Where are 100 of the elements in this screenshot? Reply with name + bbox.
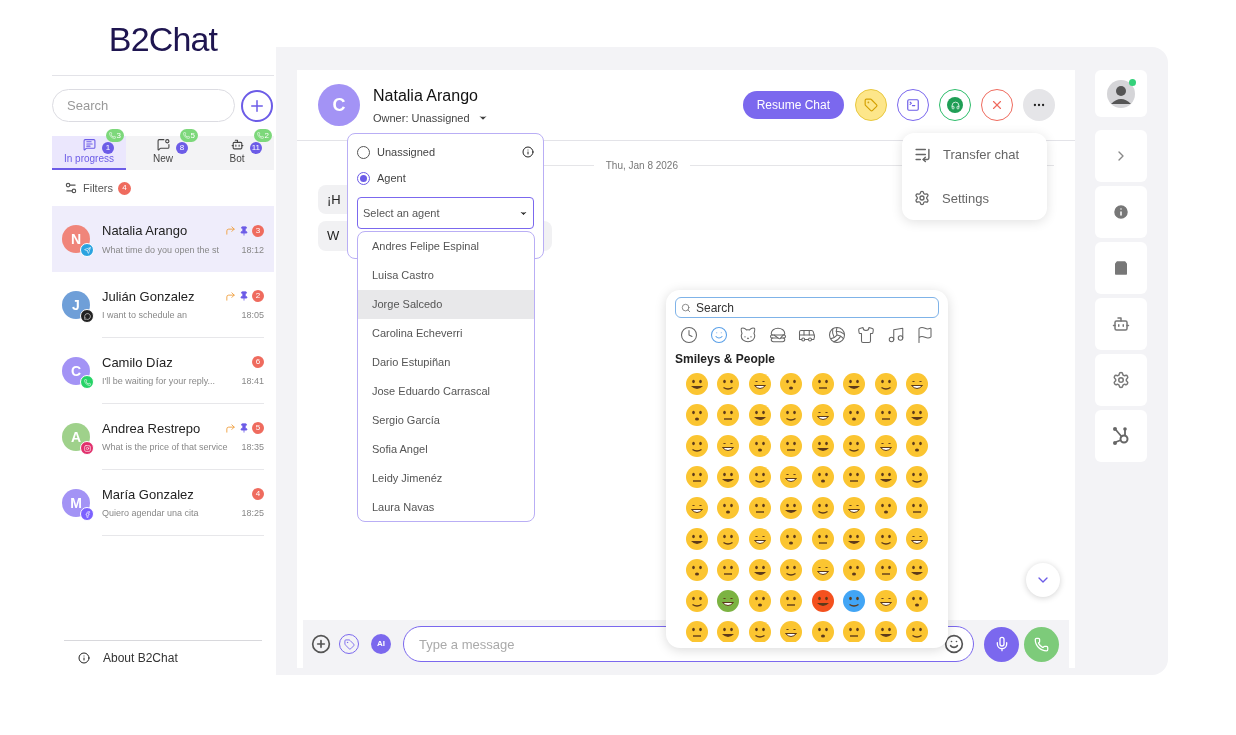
- menu-item[interactable]: Settings: [942, 188, 989, 208]
- emoji-icon[interactable]: [779, 465, 804, 489]
- filter-icon[interactable]: [64, 181, 78, 195]
- emoji-icon[interactable]: [842, 527, 867, 551]
- emoji-icon[interactable]: [905, 372, 930, 396]
- emoji-icon[interactable]: [684, 465, 709, 489]
- settings-button[interactable]: [1095, 354, 1147, 406]
- emoji-icon[interactable]: [716, 372, 741, 396]
- cat-icon[interactable]: [739, 326, 757, 344]
- emoji-icon[interactable]: [810, 558, 835, 582]
- about-link[interactable]: About B2Chat: [103, 649, 178, 667]
- emoji-icon[interactable]: [905, 403, 930, 427]
- info-button[interactable]: [1095, 186, 1147, 238]
- emoji-icon[interactable]: [716, 465, 741, 489]
- emoji-icon[interactable]: [779, 372, 804, 396]
- search-field[interactable]: Search: [52, 89, 235, 122]
- emoji-icon[interactable]: [747, 558, 772, 582]
- emoji-icon[interactable]: [810, 589, 835, 613]
- emoji-icon[interactable]: [905, 558, 930, 582]
- emoji-icon[interactable]: [747, 620, 772, 642]
- emoji-icon[interactable]: [842, 589, 867, 613]
- owner-label[interactable]: Owner: Unassigned: [373, 109, 470, 127]
- settings-icon[interactable]: [914, 190, 930, 207]
- emoji-icon[interactable]: [873, 496, 898, 520]
- caret-icon[interactable]: [477, 113, 488, 123]
- emoji-icon[interactable]: [779, 527, 804, 551]
- agent-option[interactable]: Luisa Castro: [358, 261, 534, 290]
- emoji-icon[interactable]: [716, 589, 741, 613]
- emoji-icon[interactable]: [842, 620, 867, 642]
- emoji-icon[interactable]: [842, 496, 867, 520]
- bot-button[interactable]: [1095, 298, 1147, 350]
- emoji-icon[interactable]: [810, 496, 835, 520]
- agent-option[interactable]: Dario Estupiñan: [358, 348, 534, 377]
- emoji-icon[interactable]: [684, 496, 709, 520]
- filters-label[interactable]: Filters: [83, 179, 113, 197]
- emoji-icon[interactable]: [810, 372, 835, 396]
- music-icon[interactable]: [886, 326, 905, 344]
- agent-option[interactable]: Leidy Jimenéz: [358, 464, 534, 493]
- emoji-icon[interactable]: [842, 403, 867, 427]
- emoji-icon[interactable]: [905, 620, 930, 642]
- agent-option[interactable]: Carolina Echeverri: [358, 319, 534, 348]
- emoji-icon[interactable]: [779, 403, 804, 427]
- agent-option[interactable]: Sergio García: [358, 406, 534, 435]
- chat-list-item[interactable]: A Andrea Restrepo 5 What is the price of that service 18:35: [52, 404, 274, 470]
- agent-option[interactable]: Andres Felipe Espinal: [358, 232, 534, 261]
- emoji-icon[interactable]: [684, 403, 709, 427]
- emoji-icon[interactable]: [905, 527, 930, 551]
- emoji-icon[interactable]: [842, 434, 867, 458]
- emoji-icon[interactable]: [684, 558, 709, 582]
- emoji-icon[interactable]: [873, 589, 898, 613]
- emoji-icon[interactable]: [684, 372, 709, 396]
- emoji-icon[interactable]: [747, 527, 772, 551]
- emoji-icon[interactable]: [779, 434, 804, 458]
- agent-select[interactable]: Select an agent: [357, 197, 534, 229]
- emoji-icon[interactable]: [905, 465, 930, 489]
- emoji-icon[interactable]: [873, 372, 898, 396]
- emoji-icon[interactable]: [747, 403, 772, 427]
- emoji-icon[interactable]: [873, 558, 898, 582]
- emoji-icon[interactable]: [747, 372, 772, 396]
- ai-button[interactable]: AI: [371, 634, 391, 654]
- emoji-icon[interactable]: [810, 620, 835, 642]
- emoji-icon[interactable]: [810, 403, 835, 427]
- emoji-icon[interactable]: [684, 589, 709, 613]
- smiley-icon[interactable]: [709, 326, 728, 344]
- mic-button[interactable]: [984, 626, 1019, 662]
- emoji-icon[interactable]: [779, 620, 804, 642]
- profile-card[interactable]: [1095, 70, 1147, 117]
- emoji-icon[interactable]: [905, 496, 930, 520]
- add-icon[interactable]: [311, 634, 331, 654]
- chat-list-item[interactable]: M María Gonzalez 4 Quiero agendar una cita 18:25: [52, 470, 274, 536]
- transfer-icon[interactable]: [914, 146, 931, 164]
- menu-item[interactable]: Transfer chat: [943, 145, 1020, 165]
- agent-option[interactable]: Jorge Salcedo: [358, 290, 534, 319]
- shirt-icon[interactable]: [857, 326, 875, 344]
- emoji-icon[interactable]: [716, 558, 741, 582]
- emoji-icon[interactable]: [873, 434, 898, 458]
- emoji-icon[interactable]: [716, 434, 741, 458]
- emoji-icon[interactable]: [842, 372, 867, 396]
- resume-chat-button[interactable]: Resume Chat: [742, 91, 844, 119]
- info-icon[interactable]: [522, 146, 534, 158]
- emoji-icon[interactable]: [747, 589, 772, 613]
- emoji-icon[interactable]: [810, 465, 835, 489]
- integration-button[interactable]: [1095, 410, 1147, 462]
- emoji-icon[interactable]: [716, 620, 741, 642]
- emoji-icon[interactable]: [716, 496, 741, 520]
- chat-list-item[interactable]: C Camilo Díaz 6 I'll be waiting for your reply... 18:41: [52, 338, 274, 404]
- emoji-icon[interactable]: [779, 589, 804, 613]
- emoji-icon[interactable]: [747, 465, 772, 489]
- emoji-icon[interactable]: [810, 527, 835, 551]
- emoji-icon[interactable]: [779, 496, 804, 520]
- clock-icon[interactable]: [680, 326, 698, 344]
- emoji-icon[interactable]: [747, 496, 772, 520]
- emoji-icon[interactable]: [873, 465, 898, 489]
- emoji-icon[interactable]: [842, 465, 867, 489]
- option-label[interactable]: Agent: [377, 169, 534, 187]
- option-label[interactable]: Unassigned: [377, 143, 515, 161]
- agent-option[interactable]: Jose Eduardo Carrascal: [358, 377, 534, 406]
- emoji-icon[interactable]: [842, 558, 867, 582]
- emoji-icon[interactable]: [873, 620, 898, 642]
- emoji-icon[interactable]: [905, 434, 930, 458]
